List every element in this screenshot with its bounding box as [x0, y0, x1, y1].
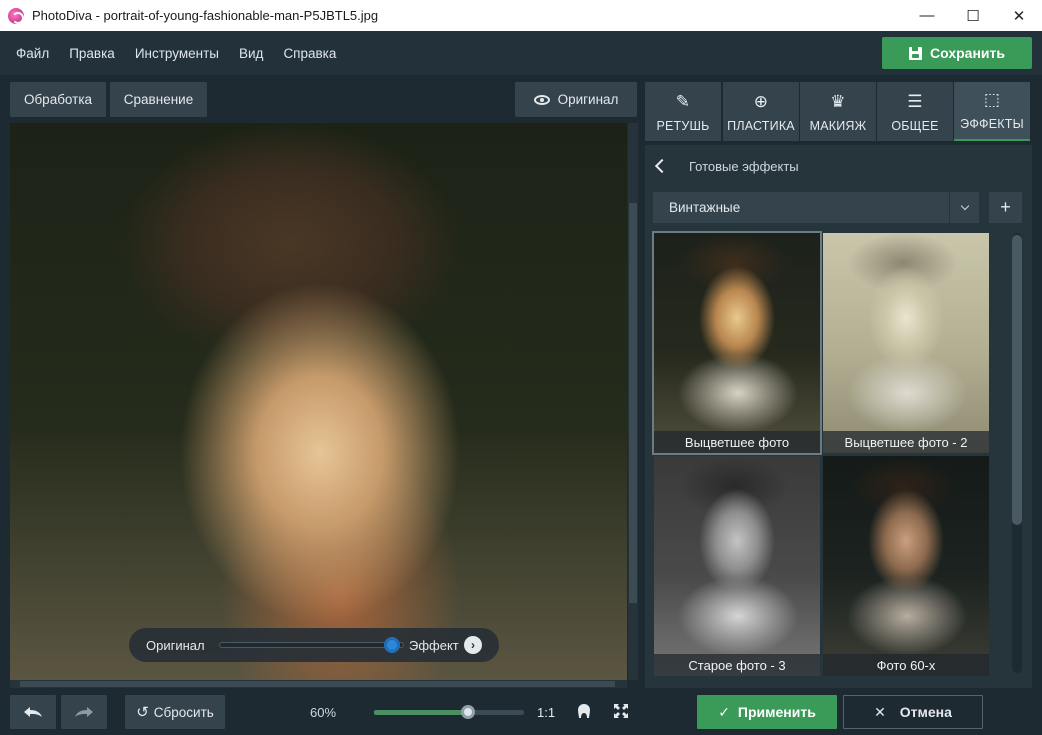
zoom-slider-track[interactable]: [374, 710, 524, 715]
expand-icon: [614, 704, 628, 718]
menu-edit[interactable]: Правка: [69, 46, 115, 61]
effect-category-select[interactable]: Винтажные: [653, 192, 979, 223]
reset-button-label: Сбросить: [153, 704, 214, 720]
redo-icon: [75, 707, 93, 717]
sliders-icon: ☰: [907, 92, 923, 111]
effect-category-value: Винтажные: [669, 200, 741, 215]
menu-bar: Файл Правка Инструменты Вид Справка Сохр…: [0, 31, 1042, 75]
portrait-icon: [578, 704, 590, 718]
panel-title: Готовые эффекты: [689, 158, 799, 174]
undo-icon: [24, 707, 42, 717]
effect-thumbnail-label: Выцветшее фото: [654, 431, 820, 453]
apply-button[interactable]: ✓ Применить: [697, 695, 837, 729]
back-chevron-icon[interactable]: [654, 158, 670, 174]
tab-makeup[interactable]: ♛ МАКИЯЖ: [800, 82, 876, 141]
window-controls: — ☐ ✕: [904, 0, 1042, 31]
floppy-disk-icon: [909, 46, 923, 60]
reset-icon: ↺: [136, 704, 149, 721]
minimize-button[interactable]: —: [904, 0, 950, 31]
actual-size-button[interactable]: 1:1: [537, 705, 555, 720]
fullscreen-icon[interactable]: [611, 701, 631, 721]
makeup-icon: ♛: [830, 92, 846, 111]
effect-thumbnail[interactable]: Фото 60-х: [823, 456, 989, 676]
fit-face-icon[interactable]: [574, 701, 594, 721]
menu-help[interactable]: Справка: [283, 46, 336, 61]
tab-retouch[interactable]: ✎ РЕТУШЬ: [645, 82, 721, 141]
tab-general[interactable]: ☰ ОБЩЕЕ: [877, 82, 953, 141]
canvas-horizontal-scrollbar[interactable]: [10, 680, 627, 688]
window-title: PhotoDiva - portrait-of-young-fashionabl…: [32, 8, 379, 23]
zoom-level: 60%: [310, 705, 337, 720]
check-icon: ✓: [718, 703, 730, 720]
tab-plastic[interactable]: ⊕ ПЛАСТИКА: [723, 82, 799, 141]
zoom-slider-fill: [374, 710, 464, 715]
effect-thumbnail-label: Выцветшее фото - 2: [823, 431, 989, 453]
scrollbar-thumb[interactable]: [20, 681, 615, 687]
tab-retouch-label: РЕТУШЬ: [656, 119, 710, 133]
apply-button-label: Применить: [737, 704, 816, 720]
compare-slider-bar: Оригинал Эффект ›: [129, 628, 499, 662]
scrollbar-thumb[interactable]: [629, 203, 637, 603]
tab-plastic-label: ПЛАСТИКА: [727, 119, 795, 133]
menu-tools[interactable]: Инструменты: [135, 46, 219, 61]
zoom-slider-handle[interactable]: [461, 705, 475, 719]
processing-button[interactable]: Обработка: [10, 82, 106, 117]
compare-effect-label: Эффект: [409, 637, 459, 653]
effect-thumbnail[interactable]: Старое фото - 3: [654, 456, 820, 676]
eye-icon: [533, 94, 550, 105]
panel-header: Готовые эффекты: [645, 149, 1032, 183]
reset-button[interactable]: ↺ Сбросить: [125, 695, 225, 729]
close-icon: ✕: [874, 703, 886, 720]
cancel-button-label: Отмена: [899, 704, 952, 720]
photodiva-logo-icon: [8, 7, 24, 24]
redo-button[interactable]: [61, 695, 107, 729]
effects-panel: Готовые эффекты Винтажные + Выцветшее фо…: [645, 145, 1032, 688]
tab-effects-label: ЭФФЕКТЫ: [960, 117, 1024, 131]
menu-file[interactable]: Файл: [16, 46, 49, 61]
tab-makeup-label: МАКИЯЖ: [809, 119, 867, 133]
effects-icon: ⬚: [983, 90, 1001, 109]
canvas-vertical-scrollbar[interactable]: [628, 123, 638, 680]
tab-general-label: ОБЩЕЕ: [891, 119, 939, 133]
retouch-icon: ✎: [675, 92, 691, 111]
close-window-button[interactable]: ✕: [996, 0, 1042, 31]
effect-thumbnail-label: Фото 60-х: [823, 654, 989, 676]
original-button-label: Оригинал: [557, 92, 619, 107]
scrollbar-thumb[interactable]: [1012, 235, 1022, 525]
photo-canvas[interactable]: [10, 123, 627, 680]
menu-view[interactable]: Вид: [239, 46, 263, 61]
compare-slider-handle[interactable]: [384, 637, 400, 653]
effect-thumbnail[interactable]: Выцветшее фото - 2: [823, 233, 989, 453]
original-button[interactable]: Оригинал: [515, 82, 637, 117]
save-button[interactable]: Сохранить: [882, 37, 1032, 69]
effects-scrollbar[interactable]: [1012, 233, 1022, 673]
title-bar: PhotoDiva - portrait-of-young-fashionabl…: [0, 0, 1042, 31]
effect-thumbnail[interactable]: Выцветшее фото: [652, 231, 822, 455]
compare-original-label: Оригинал: [146, 637, 205, 653]
add-effect-button[interactable]: +: [989, 192, 1022, 223]
chevron-down-icon[interactable]: [949, 192, 979, 223]
undo-button[interactable]: [10, 695, 56, 729]
save-button-label: Сохранить: [930, 45, 1005, 61]
comparison-button[interactable]: Сравнение: [110, 82, 207, 117]
plastic-icon: ⊕: [753, 92, 769, 111]
tab-effects[interactable]: ⬚ ЭФФЕКТЫ: [954, 82, 1030, 141]
compare-slider-track[interactable]: [219, 642, 404, 648]
effect-thumbnail-label: Старое фото - 3: [654, 654, 820, 676]
chevron-right-icon[interactable]: ›: [464, 636, 482, 654]
cancel-button[interactable]: ✕ Отмена: [843, 695, 983, 729]
maximize-button[interactable]: ☐: [950, 0, 996, 31]
